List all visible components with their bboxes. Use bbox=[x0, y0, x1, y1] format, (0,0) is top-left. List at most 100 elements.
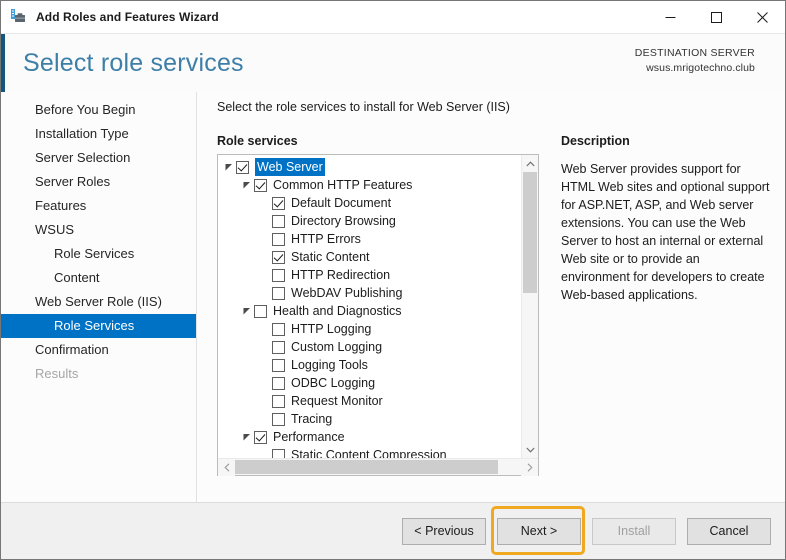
minimize-icon[interactable] bbox=[647, 1, 693, 33]
checkbox-unchecked[interactable] bbox=[272, 394, 285, 408]
horizontal-scroll-thumb[interactable] bbox=[235, 460, 499, 474]
tree-item-label[interactable]: Request Monitor bbox=[291, 392, 383, 410]
sidebar-item-wsus[interactable]: WSUS bbox=[1, 218, 196, 242]
description-pane: Description Web Server provides support … bbox=[539, 134, 785, 502]
tree-item-label[interactable]: Performance bbox=[273, 428, 345, 446]
wizard-nav-sidebar: Before You Begin Installation Type Server … bbox=[1, 92, 197, 502]
install-button: Install bbox=[592, 517, 676, 545]
description-text: Web Server provides support for HTML Web… bbox=[561, 162, 770, 302]
checkbox-unchecked[interactable] bbox=[272, 232, 285, 246]
sidebar-item-server-roles[interactable]: Server Roles bbox=[1, 170, 196, 194]
checkbox-unchecked[interactable] bbox=[272, 412, 285, 426]
server-wizard-icon bbox=[10, 8, 28, 26]
tree-item-label[interactable]: HTTP Logging bbox=[291, 320, 371, 338]
scroll-up-icon[interactable] bbox=[522, 155, 538, 172]
checkbox-unchecked[interactable] bbox=[272, 268, 285, 282]
previous-button-wrapper: < Previous bbox=[391, 517, 486, 545]
tree-item-label[interactable]: WebDAV Publishing bbox=[291, 284, 402, 302]
horizontal-scroll-track[interactable] bbox=[235, 459, 521, 475]
maximize-icon[interactable] bbox=[693, 1, 739, 33]
sidebar-item-before-you-begin[interactable]: Before You Begin bbox=[1, 98, 196, 122]
checkbox-checked[interactable] bbox=[272, 196, 285, 210]
tree-vertical-scrollbar[interactable] bbox=[521, 155, 538, 458]
sidebar-item-confirmation[interactable]: Confirmation bbox=[1, 338, 196, 362]
tree-item-label[interactable]: Tracing bbox=[291, 410, 332, 428]
tree-item-label[interactable]: HTTP Errors bbox=[291, 230, 361, 248]
role-services-tree[interactable]: Web Server Common HTTP Features Default Do… bbox=[218, 155, 521, 458]
tree-row[interactable]: HTTP Logging bbox=[218, 320, 521, 338]
checkbox-checked[interactable] bbox=[236, 160, 249, 174]
sidebar-item-web-server-role-iis[interactable]: Web Server Role (IIS) bbox=[1, 290, 196, 314]
description-title: Description bbox=[561, 134, 630, 148]
tree-row[interactable]: HTTP Redirection bbox=[218, 266, 521, 284]
tree-item-label[interactable]: ODBC Logging bbox=[291, 374, 375, 392]
scroll-right-icon[interactable] bbox=[521, 459, 538, 476]
scroll-down-icon[interactable] bbox=[522, 441, 538, 458]
tree-row[interactable]: ODBC Logging bbox=[218, 374, 521, 392]
tree-row[interactable]: Logging Tools bbox=[218, 356, 521, 374]
tree-item-label[interactable]: Logging Tools bbox=[291, 356, 368, 374]
vertical-scroll-track[interactable] bbox=[522, 172, 538, 441]
tree-row[interactable]: Common HTTP Features bbox=[218, 176, 521, 194]
wizard-content: Select the role services to install for … bbox=[197, 92, 785, 502]
checkbox-unchecked[interactable] bbox=[272, 358, 285, 372]
close-icon[interactable] bbox=[739, 1, 785, 33]
tree-item-label[interactable]: Common HTTP Features bbox=[273, 176, 412, 194]
tree-item-label[interactable]: Custom Logging bbox=[291, 338, 382, 356]
checkbox-unchecked[interactable] bbox=[254, 304, 267, 318]
checkbox-checked[interactable] bbox=[254, 178, 267, 192]
destination-server-label: DESTINATION SERVER bbox=[634, 47, 755, 59]
tree-row[interactable]: Health and Diagnostics bbox=[218, 302, 521, 320]
tree-row[interactable]: Default Document bbox=[218, 194, 521, 212]
tree-row[interactable]: Static Content Compression bbox=[218, 446, 521, 458]
sidebar-item-role-services[interactable]: Role Services bbox=[1, 242, 196, 266]
expander-collapse-icon[interactable] bbox=[240, 433, 254, 441]
sidebar-item-features[interactable]: Features bbox=[1, 194, 196, 218]
sidebar-item-results: Results bbox=[35, 366, 79, 381]
tree-item-label[interactable]: Directory Browsing bbox=[291, 212, 396, 230]
window-controls bbox=[647, 1, 785, 33]
sidebar-item-content[interactable]: Content bbox=[1, 266, 196, 290]
checkbox-unchecked[interactable] bbox=[272, 448, 285, 458]
tree-row[interactable]: WebDAV Publishing bbox=[218, 284, 521, 302]
tree-row[interactable]: Directory Browsing bbox=[218, 212, 521, 230]
window-title: Add Roles and Features Wizard bbox=[36, 10, 219, 24]
sidebar-item-role-services[interactable]: Role Services bbox=[1, 314, 196, 338]
sidebar-item-server-selection[interactable]: Server Selection bbox=[1, 146, 196, 170]
vertical-scroll-thumb[interactable] bbox=[523, 172, 537, 294]
tree-item-label[interactable]: Static Content Compression bbox=[291, 446, 447, 458]
next-button-wrapper: Next > bbox=[486, 505, 585, 555]
title-bar: Add Roles and Features Wizard bbox=[1, 1, 785, 34]
scroll-left-icon[interactable] bbox=[218, 459, 235, 476]
tree-row[interactable]: Request Monitor bbox=[218, 392, 521, 410]
next-button[interactable]: Next > bbox=[497, 517, 581, 545]
checkbox-unchecked[interactable] bbox=[272, 322, 285, 336]
expander-collapse-icon[interactable] bbox=[240, 181, 254, 189]
tree-row[interactable]: Web Server bbox=[218, 158, 521, 176]
cancel-button-wrapper: Cancel bbox=[676, 517, 771, 545]
tree-row[interactable]: Custom Logging bbox=[218, 338, 521, 356]
expander-collapse-icon[interactable] bbox=[222, 163, 236, 171]
expander-collapse-icon[interactable] bbox=[240, 307, 254, 315]
role-services-pane: Role services Web Server Common HTTP Feat… bbox=[217, 134, 539, 502]
sidebar-item-installation-type[interactable]: Installation Type bbox=[1, 122, 196, 146]
tree-row[interactable]: HTTP Errors bbox=[218, 230, 521, 248]
checkbox-unchecked[interactable] bbox=[272, 214, 285, 228]
checkbox-checked[interactable] bbox=[254, 430, 267, 444]
cancel-button[interactable]: Cancel bbox=[687, 517, 771, 545]
tree-item-label[interactable]: HTTP Redirection bbox=[291, 266, 390, 284]
previous-button[interactable]: < Previous bbox=[402, 517, 486, 545]
checkbox-unchecked[interactable] bbox=[272, 286, 285, 300]
tree-row[interactable]: Tracing bbox=[218, 410, 521, 428]
tree-horizontal-scrollbar[interactable] bbox=[218, 458, 538, 476]
checkbox-unchecked[interactable] bbox=[272, 376, 285, 390]
tree-row[interactable]: Static Content bbox=[218, 248, 521, 266]
checkbox-unchecked[interactable] bbox=[272, 340, 285, 354]
tree-item-label[interactable]: Static Content bbox=[291, 248, 370, 266]
tree-item-label[interactable]: Web Server bbox=[255, 158, 325, 176]
tree-row[interactable]: Performance bbox=[218, 428, 521, 446]
tree-item-label[interactable]: Health and Diagnostics bbox=[273, 302, 402, 320]
tree-item-label[interactable]: Default Document bbox=[291, 194, 391, 212]
wizard-body: Before You Begin Installation Type Server … bbox=[1, 92, 785, 502]
checkbox-checked[interactable] bbox=[272, 250, 285, 264]
